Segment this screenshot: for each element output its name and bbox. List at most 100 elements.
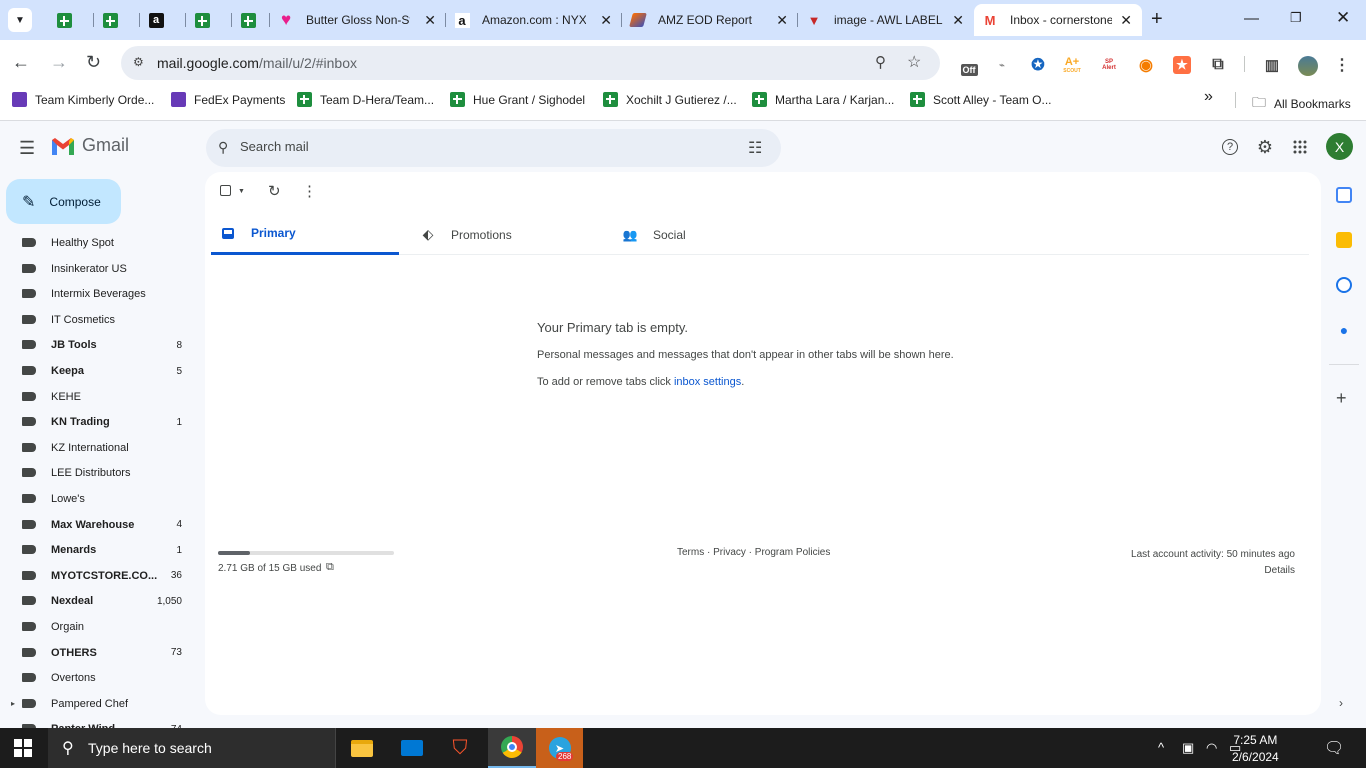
account-avatar[interactable]: X [1326, 133, 1353, 160]
notifications-icon[interactable]: 🗨 [1324, 738, 1344, 758]
meet-now-icon[interactable]: ▣ [1182, 740, 1194, 756]
more-options-icon[interactable]: ⋮ [302, 182, 317, 200]
file-explorer-icon[interactable] [338, 728, 386, 768]
label-item[interactable]: Menards 1 [0, 537, 205, 563]
tab-search-button[interactable]: ▼ [8, 8, 32, 32]
taskbar-search[interactable]: ⚲ Type here to search [48, 728, 336, 768]
close-tab-icon[interactable]: ✕ [952, 12, 964, 28]
select-all-checkbox[interactable] [220, 184, 231, 199]
new-tab-button[interactable]: + [1151, 8, 1163, 30]
browser-tab[interactable] [94, 4, 140, 36]
expand-panel-icon[interactable]: › [1339, 696, 1343, 710]
label-item[interactable]: Orgain [0, 614, 205, 640]
mail-app-icon[interactable] [388, 728, 436, 768]
browser-tab[interactable]: ♥ Butter Gloss Non-St ✕ [270, 4, 446, 36]
label-item[interactable]: Overtons [0, 665, 205, 691]
main-menu-icon[interactable]: ☰ [19, 138, 35, 159]
more-bookmarks-button[interactable]: » [1204, 88, 1213, 106]
label-item[interactable]: Keepa 5 [0, 358, 205, 384]
browser-tab[interactable]: a [140, 4, 186, 36]
bookmark-item[interactable]: Team Kimberly Orde... [12, 92, 154, 107]
extension-icon[interactable]: ◉ [1137, 56, 1155, 74]
bookmark-item[interactable]: Hue Grant / Sighodel [450, 92, 585, 107]
menu-dots-icon[interactable]: ⋮ [1333, 56, 1351, 74]
network-icon[interactable]: ◠ [1206, 740, 1217, 756]
label-item[interactable]: Panter Wind74 [0, 716, 205, 728]
label-item[interactable]: OTHERS 73 [0, 640, 205, 666]
browser-tab[interactable] [48, 4, 94, 36]
minimize-icon[interactable]: — [1244, 10, 1259, 27]
label-item[interactable]: KN Trading 1 [0, 409, 205, 435]
tab-promotions[interactable]: ⬖ Promotions [411, 214, 599, 255]
all-bookmarks-button[interactable]: 🗀 All Bookmarks [1252, 92, 1351, 116]
browser-tab[interactable] [232, 4, 270, 36]
label-item[interactable]: Max Warehouse 4 [0, 512, 205, 538]
label-item[interactable]: JB Tools 8 [0, 332, 205, 358]
close-tab-icon[interactable]: ✕ [776, 12, 788, 28]
extensions-puzzle-icon[interactable]: ⧉ [1209, 56, 1227, 74]
details-link[interactable]: Details [1131, 563, 1295, 579]
zoom-icon[interactable]: ⚲ [875, 53, 886, 71]
tasks-icon[interactable] [1336, 277, 1352, 293]
contacts-icon[interactable]: ● [1336, 322, 1352, 338]
inbox-settings-link[interactable]: inbox settings [674, 376, 741, 388]
side-panel-icon[interactable]: ▥ [1263, 56, 1281, 74]
label-item[interactable]: KEHE [0, 384, 205, 410]
gmail-logo[interactable]: Gmail [50, 135, 129, 156]
label-item[interactable]: Healthy Spot [0, 230, 205, 256]
forward-icon[interactable]: → [50, 52, 68, 72]
close-tab-icon[interactable]: ✕ [600, 12, 612, 28]
browser-tab[interactable]: AMZ EOD Report ✕ [622, 4, 798, 36]
extension-icon[interactable]: ✪ [1029, 56, 1047, 74]
chrome-icon[interactable] [488, 728, 536, 768]
browser-tab[interactable]: a Amazon.com : NYX ✕ [446, 4, 622, 36]
label-item[interactable]: IT Cosmetics [0, 307, 205, 333]
clock[interactable]: 7:25 AM 2/6/2024 [1232, 732, 1279, 766]
extension-icon[interactable]: ⌁ [993, 56, 1011, 74]
keep-icon[interactable] [1336, 232, 1352, 248]
add-addon-icon[interactable]: + [1336, 388, 1347, 409]
close-tab-icon[interactable]: ✕ [1120, 12, 1132, 28]
bookmark-item[interactable]: Team D-Hera/Team... [297, 92, 434, 107]
compose-button[interactable]: ✎ Compose [6, 179, 121, 224]
reload-icon[interactable]: ↻ [86, 52, 101, 72]
search-bar[interactable]: ⚲ ☷ [206, 129, 781, 167]
search-icon[interactable]: ⚲ [218, 139, 228, 156]
brave-browser-icon[interactable]: ⛉ [436, 728, 484, 768]
restore-icon[interactable]: ❐ [1290, 10, 1302, 26]
expand-arrow-icon[interactable]: ▸ [11, 699, 15, 708]
close-tab-icon[interactable]: ✕ [424, 12, 436, 28]
extension-off-icon[interactable]: Off [958, 56, 980, 76]
bookmark-item[interactable]: Xochilt J Gutierez /... [603, 92, 737, 107]
apps-grid-icon[interactable] [1290, 137, 1310, 157]
bookmark-item[interactable]: FedEx Payments [171, 92, 285, 107]
refresh-icon[interactable]: ↻ [268, 182, 281, 200]
profile-avatar[interactable] [1298, 56, 1318, 76]
site-info-icon[interactable]: ⚙ [133, 55, 144, 69]
calendar-icon[interactable] [1336, 187, 1352, 203]
label-item[interactable]: MYOTCSTORE.CO... 36 [0, 563, 205, 589]
help-icon[interactable]: ? [1220, 137, 1240, 157]
extension-scout-icon[interactable]: A+ SCOUT [1063, 56, 1081, 74]
label-item[interactable]: Lowe's [0, 486, 205, 512]
back-icon[interactable]: ← [12, 52, 30, 72]
footer-links[interactable]: Terms · Privacy · Program Policies [677, 547, 830, 558]
telegram-icon[interactable]: ➤ 268 [536, 728, 583, 768]
label-item[interactable]: LEE Distributors [0, 460, 205, 486]
bookmark-item[interactable]: Martha Lara / Karjan... [752, 92, 894, 107]
tab-social[interactable]: 👥 Social [613, 214, 801, 255]
bookmark-item[interactable]: Scott Alley - Team O... [910, 92, 1052, 107]
extension-icon[interactable]: ★ [1173, 56, 1191, 74]
open-storage-icon[interactable]: ⧉ [326, 561, 334, 574]
label-item[interactable]: Insinkerator US [0, 256, 205, 282]
tab-primary[interactable]: Primary [211, 214, 399, 255]
browser-tab-active[interactable]: M Inbox - cornerstone ✕ [974, 4, 1142, 36]
close-window-icon[interactable]: ✕ [1336, 8, 1350, 28]
show-hidden-icons[interactable]: ^ [1158, 740, 1164, 755]
extension-sp-alert-icon[interactable]: SP Alert [1100, 56, 1118, 74]
label-item[interactable]: KZ International [0, 435, 205, 461]
select-dropdown-icon[interactable]: ▼ [238, 188, 245, 195]
browser-tab[interactable]: ▼ image - AWL LABEL ✕ [798, 4, 974, 36]
label-item[interactable]: Nexdeal 1,050 [0, 588, 205, 614]
address-bar[interactable]: ⚙ mail.google.com/mail/u/2/#inbox ⚲ ☆ [121, 46, 940, 80]
